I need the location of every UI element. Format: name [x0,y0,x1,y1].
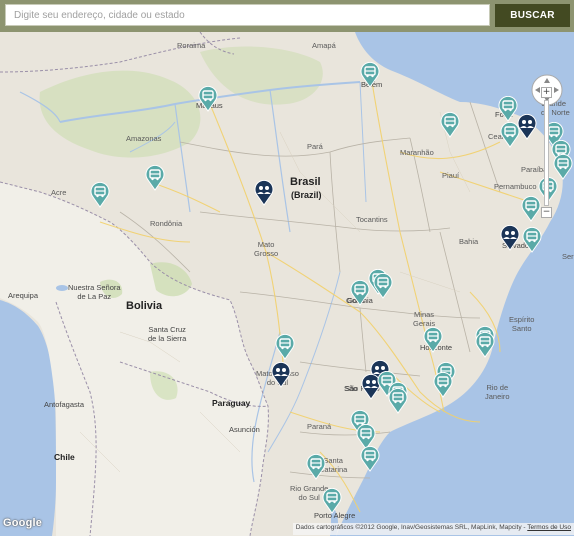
country-label-bolivia: Bolivia [126,300,163,312]
store-icon [388,388,408,414]
marker-store[interactable] [433,372,453,398]
marker-store[interactable] [373,273,393,299]
state-label-rondonia: Rondônia [150,219,183,228]
marker-store[interactable] [388,388,408,414]
state-label-minas-gerais: Minas Gerais [413,310,436,328]
country-label-paraguay: Paraguay [212,398,251,408]
store-icon [306,454,326,480]
marker-store[interactable] [350,280,370,306]
state-label-roraima: Roraima [177,41,206,50]
store-icon [498,96,518,122]
marker-store[interactable] [145,165,165,191]
store-icon [275,334,295,360]
store-icon [475,332,495,358]
marker-store[interactable] [500,122,520,148]
group-icon [517,114,537,140]
country-label-brasil: Brasil [290,176,321,188]
marker-store[interactable] [275,334,295,360]
group-icon [254,180,274,206]
search-bar: BUSCAR [0,0,574,32]
group-icon [271,362,291,388]
state-label-mato-grosso: Mato Grosso [254,240,279,258]
state-label-para: Pará [307,142,323,151]
marker-store[interactable] [521,196,541,222]
map-attribution: Dados cartográficos ©2012 Google, Inav/G… [292,523,574,535]
marker-store[interactable] [360,62,380,88]
google-logo: Google [3,517,43,529]
city-label-asuncion: Asunción [229,425,260,434]
state-label-amazonas: Amazonas [126,134,162,143]
store-icon [360,62,380,88]
marker-store[interactable] [423,327,443,353]
attribution-text: Dados cartográficos ©2012 Google, Inav/G… [295,524,528,531]
state-label-sergipe: Seri [562,252,574,261]
marker-store[interactable] [440,112,460,138]
store-icon [145,165,165,191]
store-icon [440,112,460,138]
city-label-santa-cruz: Santa Cruz de la Sierra [148,325,187,343]
store-icon [500,122,520,148]
marker-store[interactable] [475,332,495,358]
city-label-sao-paulo: São [344,384,358,393]
zoom-in-button[interactable]: + [541,87,552,98]
store-icon [521,196,541,222]
marker-store[interactable] [198,86,218,112]
group-icon [500,225,520,251]
state-label-bahia: Bahia [459,237,479,246]
marker-store[interactable] [498,96,518,122]
map[interactable]: Brasil (Brazil) Bolivia Paraguay Chile R… [0,32,574,536]
state-label-rio-de-janeiro: Rio de Janeiro [485,383,510,401]
marker-store[interactable] [360,446,380,472]
store-icon [198,86,218,112]
marker-group[interactable] [271,362,291,388]
state-label-amapa: Amapá [312,41,336,50]
city-label-nuestra-senora: Nuestra Señora de La Paz [68,283,121,301]
zoom-slider-track[interactable] [544,100,549,206]
marker-store[interactable] [522,227,542,253]
marker-store[interactable] [90,182,110,208]
store-icon [350,280,370,306]
zoom-out-button[interactable]: − [541,207,552,218]
state-label-acre: Acre [51,188,67,197]
country-label-chile: Chile [54,452,75,462]
store-icon [522,227,542,253]
city-label-antofagasta: Antofagasta [44,400,85,409]
search-input[interactable] [5,4,490,26]
store-icon [373,273,393,299]
state-label-piaui: Piauí [442,171,460,180]
city-label-arequipa: Arequipa [8,291,39,300]
marker-group[interactable] [500,225,520,251]
state-label-tocantins: Tocantins [356,215,388,224]
state-label-pernambuco: Pernambuco [494,182,537,191]
marker-group[interactable] [254,180,274,206]
search-button[interactable]: BUSCAR [495,4,570,27]
state-label-maranhao: Maranhão [400,148,434,157]
store-icon [90,182,110,208]
marker-group[interactable] [517,114,537,140]
state-label-espirito-santo: Espírito Santo [509,315,535,333]
store-icon [433,372,453,398]
terms-link[interactable]: Termos de Uso [527,524,571,531]
marker-store[interactable] [322,488,342,514]
store-icon [322,488,342,514]
store-icon [423,327,443,353]
country-label-brasil-en: (Brazil) [291,190,322,200]
marker-store[interactable] [306,454,326,480]
state-label-parana: Paraná [307,422,332,431]
store-icon [360,446,380,472]
